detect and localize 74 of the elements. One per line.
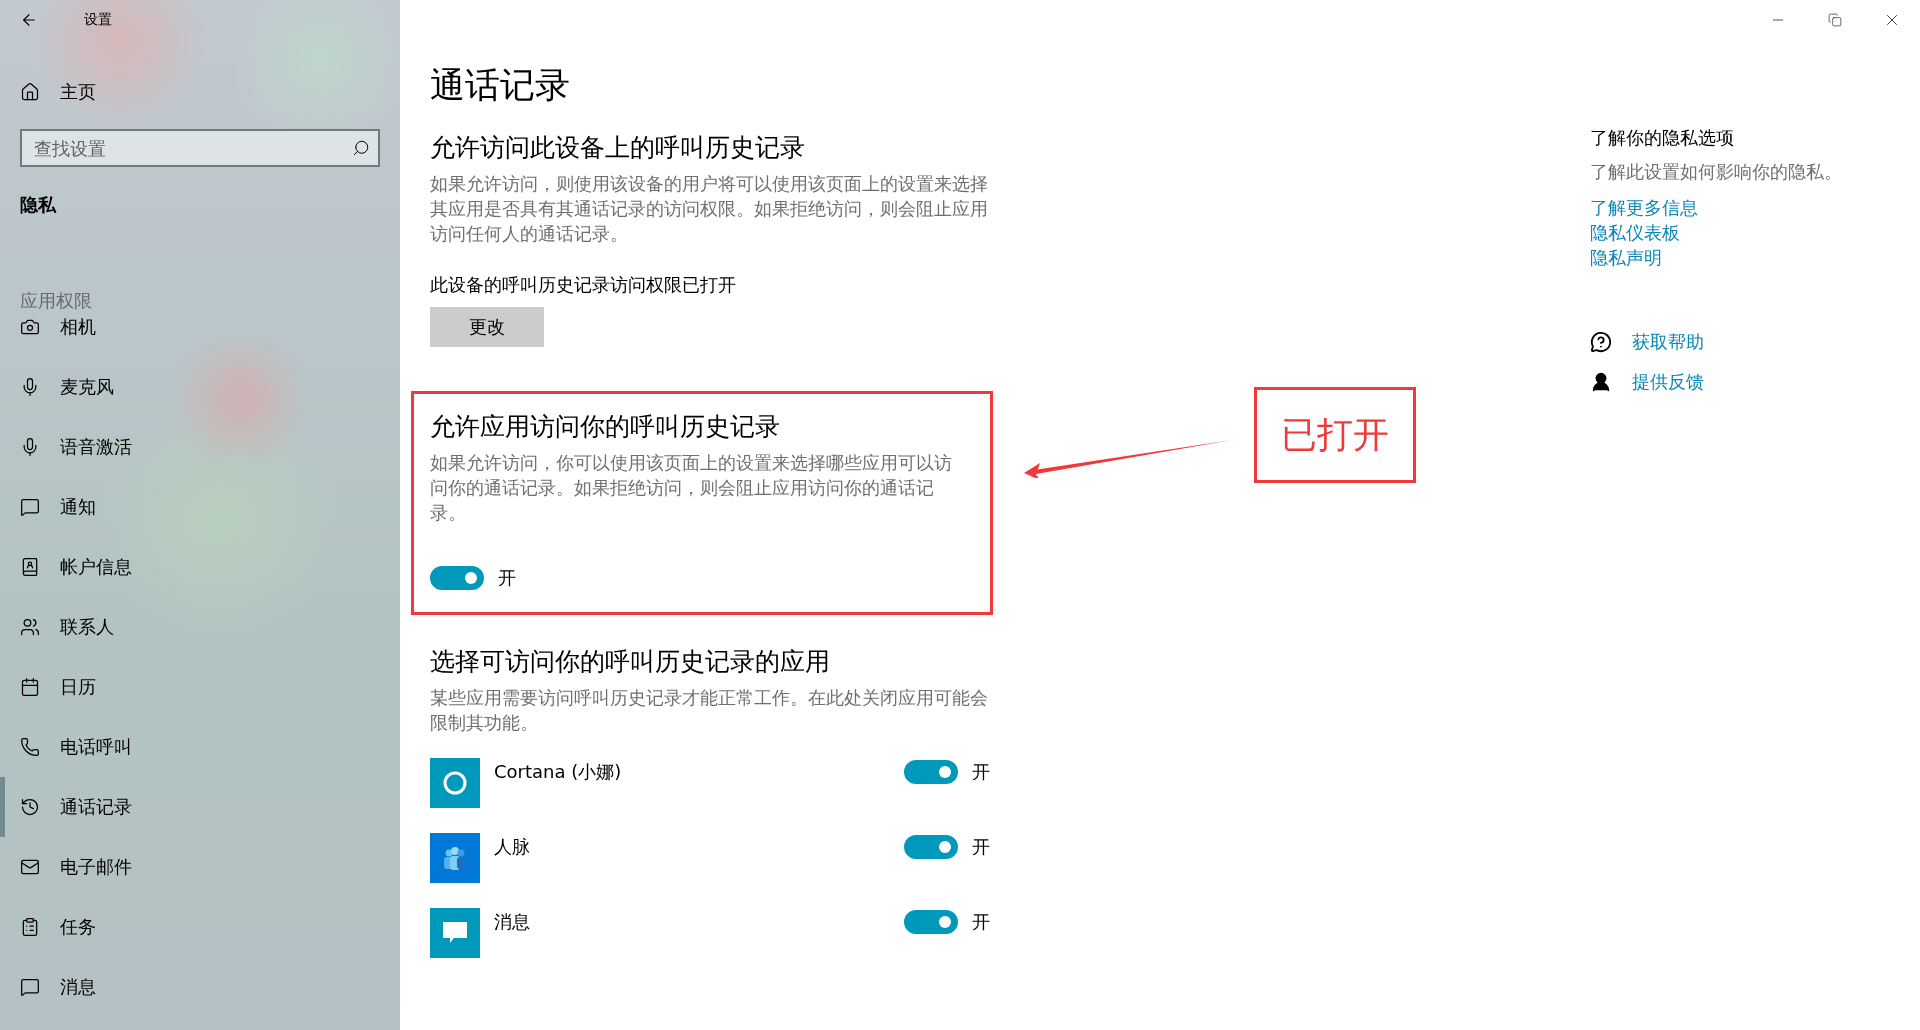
sidebar-item-label: 相机 (60, 315, 96, 340)
clipboard-icon (20, 917, 40, 938)
person-icon (1590, 371, 1612, 393)
sidebar-item[interactable]: 日历 (0, 657, 400, 718)
help-bubble-icon (1590, 331, 1612, 353)
sidebar-item-label: 电话呼叫 (60, 735, 132, 760)
section-description: 如果允许访问，则使用该设备的用户将可以使用该页面上的设置来选择其应用是否具有其通话记录的访问权限。如果拒绝访问，则会阻止应用访问任何人的通话记录。 (430, 173, 989, 246)
sidebar-item[interactable]: 任务 (0, 897, 400, 958)
sidebar-item[interactable]: 帐户信息 (0, 537, 400, 598)
change-button[interactable]: 更改 (430, 307, 544, 347)
search-field[interactable]: 查找设置 (20, 129, 380, 168)
sidebar-item[interactable]: 通话记录 (0, 777, 400, 838)
group-label: 应用权限 (20, 289, 93, 314)
phone-icon (20, 737, 40, 758)
privacy-link[interactable]: 了解更多信息 (1590, 196, 1698, 220)
contact-card-icon (20, 557, 40, 578)
search-icon (352, 139, 370, 158)
restore-icon[interactable] (1827, 13, 1842, 27)
sidebar-item-label: 任务 (60, 915, 96, 940)
sidebar-item[interactable]: 相机 (0, 315, 400, 358)
toggle-label: 开 (972, 910, 990, 934)
privacy-link[interactable]: 隐私声明 (1590, 246, 1662, 270)
ring-app-icon (430, 758, 480, 808)
home-label: 主页 (60, 79, 96, 104)
app-name: 人脉 (494, 835, 531, 859)
toggle-label: 开 (972, 835, 990, 859)
sidebar-item-label: 消息 (60, 975, 96, 1000)
toggle-switch[interactable] (904, 910, 958, 934)
toggle-label: 开 (498, 566, 516, 590)
annotation-label: 已打开 (1281, 412, 1389, 457)
toggle-switch[interactable] (904, 835, 958, 859)
category-title: 隐私 (20, 193, 58, 218)
privacy-link[interactable]: 隐私仪表板 (1590, 221, 1680, 245)
sidebar-item-label: 帐户信息 (60, 555, 132, 580)
section-heading: 允许应用访问你的呼叫历史记录 (430, 411, 781, 443)
sidebar-item-label: 语音激活 (60, 435, 132, 460)
sidebar-item[interactable]: 通知 (0, 477, 400, 538)
help-link[interactable]: 获取帮助 (1632, 330, 1704, 354)
sidebar-item-label: 日历 (60, 675, 96, 700)
sidebar-item-label: 电子邮件 (60, 855, 132, 880)
sidebar-item-label: 通知 (60, 495, 96, 520)
access-status: 此设备的呼叫历史记录访问权限已打开 (430, 273, 737, 297)
sidebar-item[interactable]: 联系人 (0, 597, 400, 658)
section-heading: 选择可访问你的呼叫历史记录的应用 (430, 646, 831, 678)
sidebar-item-label: 通话记录 (60, 795, 132, 820)
page-title: 通话记录 (430, 64, 571, 107)
sidebar-item[interactable]: 麦克风 (0, 357, 400, 418)
sidebar-item[interactable]: 消息 (0, 957, 400, 1018)
home-icon (20, 81, 40, 102)
section-heading: 允许访问此设备上的呼叫历史记录 (430, 132, 806, 164)
sidebar-item[interactable]: 语音激活 (0, 417, 400, 478)
window-title: 设置 (84, 10, 112, 29)
sidebar-item[interactable]: 电话呼叫 (0, 717, 400, 778)
people-icon (20, 617, 40, 638)
toggle-switch[interactable] (430, 566, 484, 590)
app-name: Cortana (小娜) (494, 760, 623, 784)
sidebar-item[interactable]: 电子邮件 (0, 837, 400, 898)
section-description: 如果允许访问，你可以使用该页面上的设置来选择哪些应用可以访问你的通话记录。如果拒绝访问，则会阻止应用访问你的通话记录。 (430, 452, 953, 525)
calendar-icon (20, 677, 40, 698)
speech-bubble-app-icon (430, 908, 480, 958)
toggle-switch[interactable] (904, 760, 958, 784)
sidebar-item-label: 麦克风 (60, 375, 114, 400)
help-link[interactable]: 提供反馈 (1632, 370, 1704, 394)
panel-heading: 了解你的隐私选项 (1590, 126, 1735, 150)
history-icon (20, 797, 40, 818)
speech-bubble-icon (20, 497, 40, 518)
home-link[interactable]: 主页 (0, 69, 400, 114)
toggle-label: 开 (972, 760, 990, 784)
sidebar-item-label: 联系人 (60, 615, 114, 640)
speech-bubble-icon (20, 977, 40, 998)
people-app-icon (430, 833, 480, 883)
app-name: 消息 (494, 910, 531, 934)
panel-text: 了解此设置如何影响你的隐私。 (1590, 161, 1843, 184)
section-description: 某些应用需要访问呼叫历史记录才能正常工作。在此处关闭应用可能会限制其功能。 (430, 687, 989, 735)
